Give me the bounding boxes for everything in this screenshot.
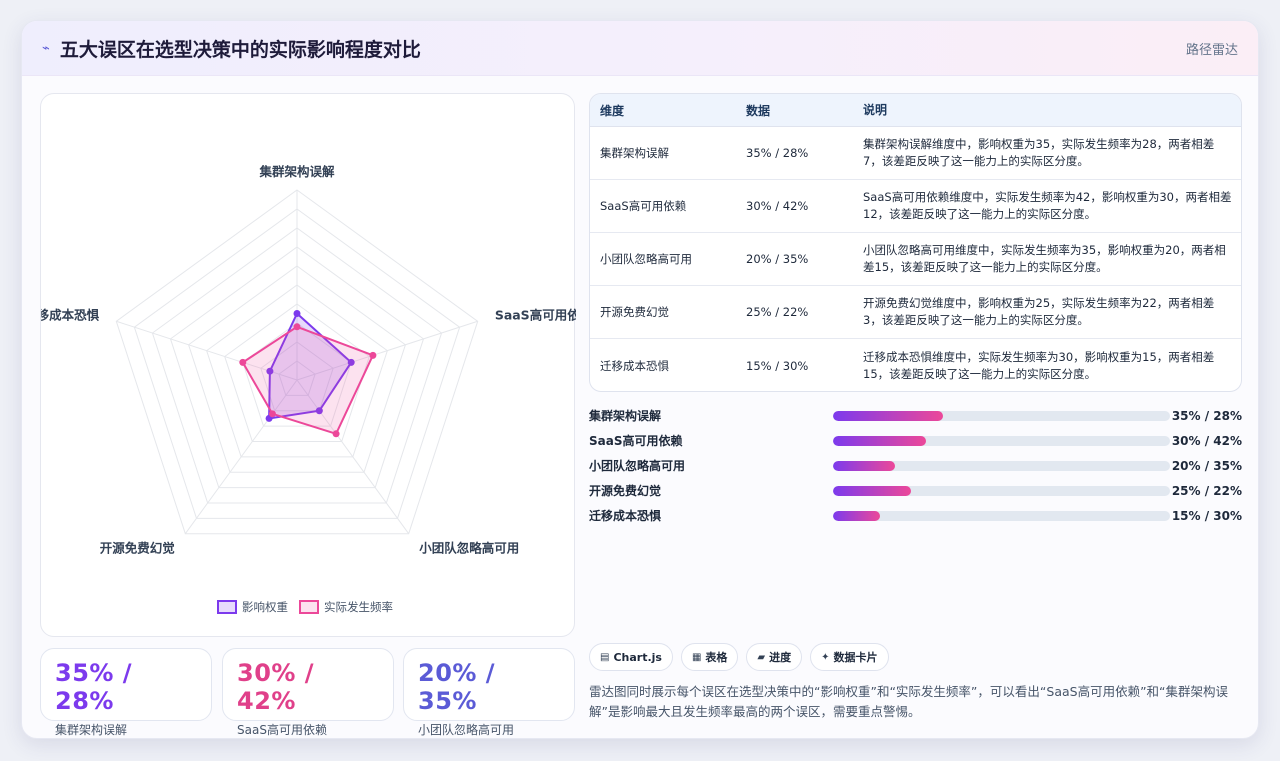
table-icon: ▦ (691, 651, 702, 663)
table-cell-description: 迁移成本恐惧维度中，实际发生频率为30，影响权重为15，两者相差15，该差距反映… (863, 349, 1215, 381)
table-cell-description: 集群架构误解维度中，影响权重为35，实际发生频率为28，两者相差7，该差距反映了… (863, 137, 1215, 168)
column-header: 维度 (600, 103, 625, 118)
progress-value: 25% / 22% (1171, 483, 1242, 498)
table-cell-description: 开源免费幻觉维度中，影响权重为25，实际发生频率为22，两者相差3，该差距反映了… (863, 296, 1215, 327)
progress-fill (833, 460, 896, 471)
radar-data-point (293, 323, 301, 331)
progress-value: 15% / 30% (1171, 508, 1242, 523)
page-title: 五大误区在选型决策中的实际影响程度对比 (59, 38, 421, 61)
progress-fill (833, 485, 911, 496)
stat-card: 35% / 28% 集群架构误解 (40, 648, 212, 737)
table-cell-description: 小团队忽略高可用维度中，实际发生频率为35，影响权重为20，两者相差15，该差距… (863, 243, 1226, 274)
chip-table[interactable]: ▦ 表格 (680, 643, 739, 671)
table-row: SaaS高可用依赖 30% / 42% SaaS高可用依赖维度中，实际发生频率为… (590, 180, 1241, 233)
progress-value: 20% / 35% (1171, 458, 1242, 473)
sparkle-icon: ✦ (821, 651, 830, 663)
card-header: ⌁ 五大误区在选型决策中的实际影响程度对比 路径雷达 (22, 21, 1258, 76)
table-cell-data: 30% / 42% (746, 199, 809, 213)
dashboard-card: ⌁ 五大误区在选型决策中的实际影响程度对比 路径雷达 集群架构误解 SaaS高可用… (21, 20, 1259, 739)
table-cell-data: 25% / 22% (746, 305, 809, 319)
progress-track (833, 410, 1170, 421)
radar-axis-label: 开源免费幻觉 (100, 540, 176, 555)
table-header: 维度 数据 说明 (590, 94, 1241, 127)
radar-axis-label: 集群架构误解 (258, 164, 335, 179)
table-row: 迁移成本恐惧 15% / 30% 迁移成本恐惧维度中，实际发生频率为30，影响权… (590, 339, 1241, 391)
progress-track (833, 510, 1170, 521)
table-row: 开源免费幻觉 25% / 22% 开源免费幻觉维度中，影响权重为25，实际发生频… (590, 286, 1241, 339)
progress-fill (833, 410, 943, 421)
stat-label: SaaS高可用依赖 (237, 723, 327, 737)
radar-chart: 集群架构误解 SaaS高可用依赖小团队忽略高可用 开源免费幻觉 迁移成本恐惧影响权重 实… (41, 164, 576, 614)
radar-data-point (369, 351, 377, 359)
progress-row: 集群架构误解 35% / 28% (589, 403, 1242, 428)
table-cell-dimension: 开源免费幻觉 (600, 305, 669, 319)
radar-axis-label: 小团队忽略高可用 (418, 540, 519, 555)
progress-fill (833, 435, 926, 446)
radar-axis-label: SaaS高可用依赖 (495, 308, 576, 323)
radar-data-point (332, 430, 340, 438)
chip-label: Chart.js (613, 650, 662, 664)
stat-label: 集群架构误解 (55, 723, 128, 737)
stat-card: 30% / 42% SaaS高可用依赖 (222, 648, 394, 737)
progress-icon: ▰ (757, 651, 766, 663)
stat-value: 20% / 35% (418, 659, 496, 715)
summary-note: 雷达图同时展示每个误区在选型决策中的“影响权重”和“实际发生频率”，可以看出“S… (589, 684, 1229, 719)
table-cell-dimension: 集群架构误解 (600, 146, 669, 160)
table-cell-description: SaaS高可用依赖维度中，实际发生频率为42，影响权重为30，两者相差12，该差… (863, 190, 1232, 221)
table-cell-dimension: SaaS高可用依赖 (600, 199, 687, 213)
progress-track (833, 460, 1170, 471)
data-table: 维度 数据 说明 集群架构误解 35% / 28% 集群架构误解维度中，影响权重… (589, 93, 1242, 392)
chart-icon: ▤ (600, 651, 610, 663)
progress-track (833, 485, 1170, 496)
stat-card: 20% / 35% 小团队忽略高可用 (403, 648, 575, 737)
legend-swatch (217, 600, 237, 614)
tag-chips: ▤ Chart.js ▦ 表格 ▰ 进度 ✦ 数据卡片 (589, 643, 889, 671)
chip-chartjs[interactable]: ▤ Chart.js (589, 643, 673, 671)
progress-row: 小团队忽略高可用 20% / 35% (589, 453, 1242, 478)
chip-progress[interactable]: ▰ 进度 (746, 643, 803, 671)
radar-data-point (239, 358, 247, 366)
progress-list: 集群架构误解 35% / 28% SaaS高可用依赖 30% / 42% 小团队… (589, 403, 1242, 528)
progress-label: SaaS高可用依赖 (589, 434, 683, 448)
chip-label: 表格 (705, 651, 728, 664)
progress-track (833, 435, 1170, 446)
radar-chart-panel: 集群架构误解 SaaS高可用依赖小团队忽略高可用 开源免费幻觉 迁移成本恐惧影响权重 实… (40, 93, 576, 637)
progress-label: 迁移成本恐惧 (589, 509, 662, 523)
radar-data-point (268, 410, 276, 418)
chip-data-card[interactable]: ✦ 数据卡片 (810, 643, 889, 671)
radar-axis-label: 迁移成本恐惧 (41, 308, 100, 323)
stat-value: 35% / 28% (55, 659, 133, 715)
column-header: 说明 (863, 102, 888, 117)
table-cell-dimension: 迁移成本恐惧 (600, 358, 669, 373)
progress-fill (833, 510, 881, 521)
chip-label: 进度 (769, 651, 792, 664)
table-cell-data: 35% / 28% (746, 146, 809, 160)
progress-row: SaaS高可用依赖 30% / 42% (589, 428, 1242, 453)
lightning-icon: ⌁ (42, 40, 50, 56)
legend-swatch (299, 600, 319, 614)
legend-label: 实际发生频率 (324, 600, 393, 614)
table-cell-data: 20% / 35% (746, 252, 809, 266)
progress-row: 开源免费幻觉 25% / 22% (589, 478, 1242, 503)
stat-value: 30% / 42% (237, 659, 315, 715)
table-row: 小团队忽略高可用 20% / 35% 小团队忽略高可用维度中，实际发生频率为35… (590, 233, 1241, 286)
legend-label: 影响权重 (242, 600, 288, 614)
radar-series-area (241, 325, 375, 436)
progress-label: 集群架构误解 (589, 409, 662, 423)
progress-label: 开源免费幻觉 (589, 484, 662, 498)
chip-label: 数据卡片 (833, 651, 878, 664)
radar-data-point (293, 310, 301, 317)
progress-row: 迁移成本恐惧 15% / 30% (589, 503, 1242, 528)
progress-label: 小团队忽略高可用 (589, 459, 686, 473)
column-header: 数据 (746, 103, 771, 118)
table-row: 集群架构误解 35% / 28% 集群架构误解维度中，影响权重为35，实际发生频… (590, 127, 1241, 180)
stat-label: 小团队忽略高可用 (418, 723, 515, 737)
progress-value: 30% / 42% (1171, 433, 1242, 448)
chart-type-label: 路径雷达 (1185, 42, 1238, 58)
progress-value: 35% / 28% (1171, 408, 1242, 423)
table-cell-dimension: 小团队忽略高可用 (600, 252, 692, 266)
table-cell-data: 15% / 30% (746, 358, 809, 373)
